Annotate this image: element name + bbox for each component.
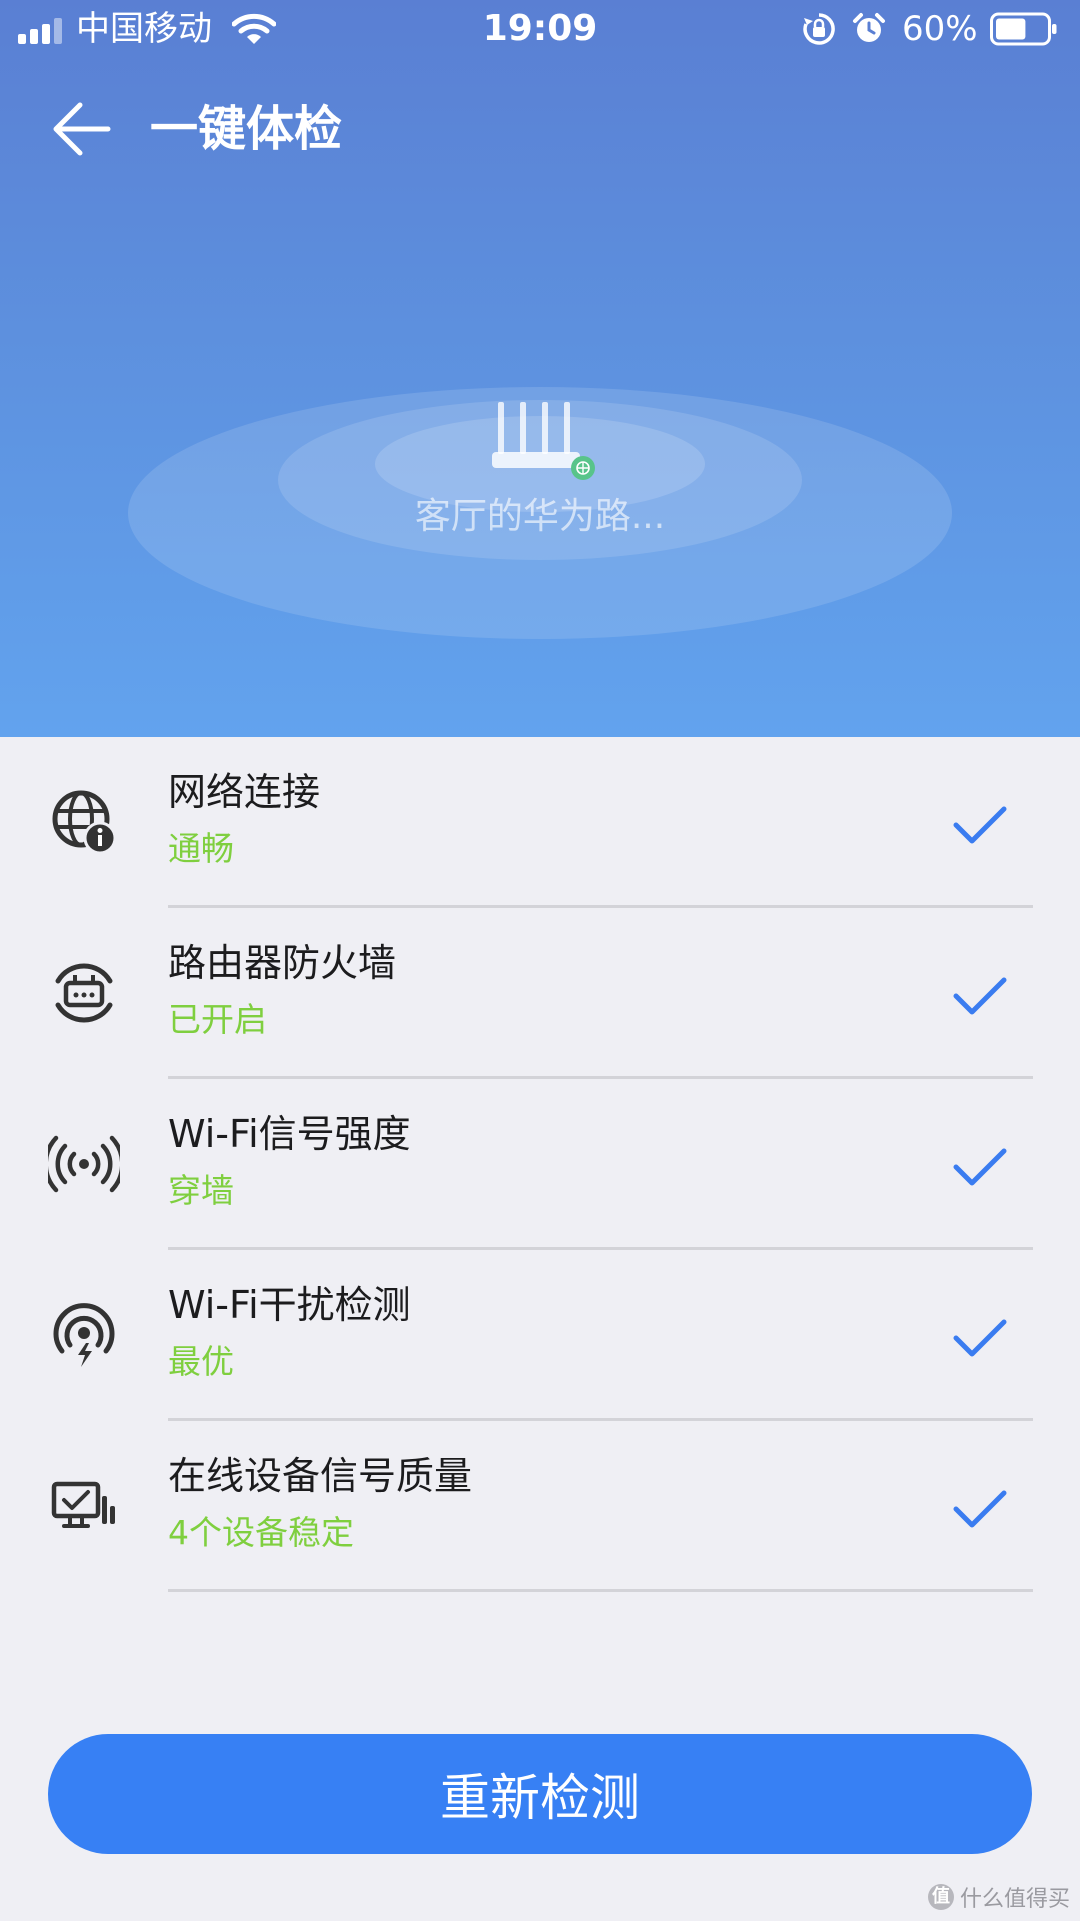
check-status: 已开启 <box>168 1000 267 1039</box>
check-item-wifi-interference: Wi-Fi干扰检测 最优 <box>0 1250 1080 1421</box>
radar-rings <box>128 387 952 639</box>
check-title: 在线设备信号质量 <box>168 1454 473 1498</box>
wifi-broadcast-icon <box>48 1135 120 1193</box>
check-title: 路由器防火墙 <box>168 941 397 985</box>
router-name: 客厅的华为路... <box>414 496 666 537</box>
checkmark-icon <box>953 977 1007 1015</box>
hero-banner: 中国移动 19:09 60% 一键体检 客厅的华为路... <box>0 0 1080 737</box>
globe-info-icon <box>52 790 117 855</box>
checkmark-icon <box>953 1490 1007 1528</box>
check-title: Wi-Fi信号强度 <box>168 1112 411 1156</box>
watermark: 值 什么值得买 <box>927 1881 1070 1913</box>
check-status: 最优 <box>168 1342 234 1381</box>
checkmark-icon <box>953 806 1007 844</box>
recheck-button[interactable]: 重新检测 <box>48 1734 1032 1854</box>
check-status: 4个设备稳定 <box>168 1513 354 1552</box>
router-icon <box>492 402 595 480</box>
check-item-router-firewall: 路由器防火墙 已开启 <box>0 908 1080 1079</box>
check-item-online-devices: 在线设备信号质量 4个设备稳定 <box>0 1421 1080 1592</box>
wifi-interference-icon <box>53 1303 115 1367</box>
check-title: Wi-Fi干扰检测 <box>168 1283 411 1327</box>
check-title: 网络连接 <box>168 770 321 814</box>
watermark-logo: 值 <box>927 1884 954 1910</box>
checkmark-icon <box>953 1319 1007 1357</box>
watermark-text: 什么值得买 <box>959 1887 1070 1912</box>
check-status: 通畅 <box>168 829 234 868</box>
router-shield-icon <box>55 963 113 1023</box>
monitor-devices-icon <box>51 1481 115 1528</box>
check-status: 穿墙 <box>168 1171 234 1210</box>
check-item-network-connection: 网络连接 通畅 <box>0 737 1080 908</box>
divider <box>168 1589 1033 1592</box>
checkmark-icon <box>953 1148 1007 1186</box>
check-item-wifi-signal-strength: Wi-Fi信号强度 穿墙 <box>0 1079 1080 1250</box>
